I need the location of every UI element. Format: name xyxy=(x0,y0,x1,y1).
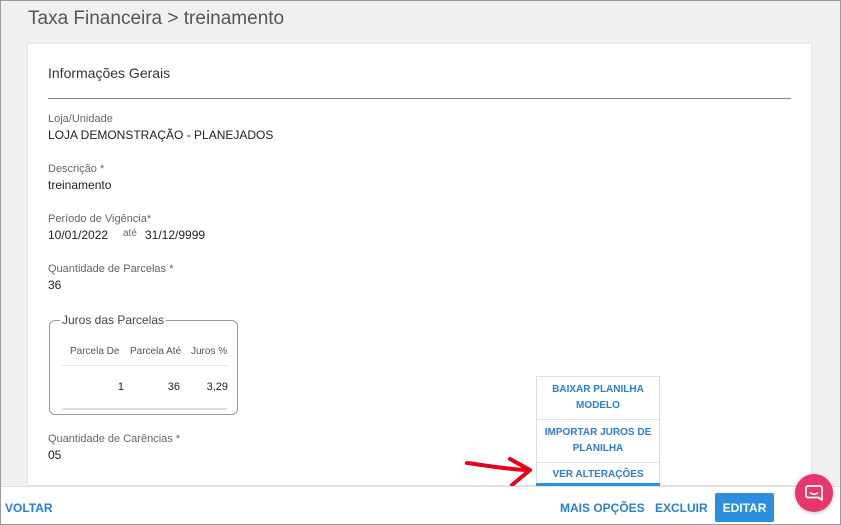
cell-parcela-de: 1 xyxy=(117,381,124,393)
vigencia-end: 31/12/9999 xyxy=(145,228,206,242)
voltar-button[interactable]: VOLTAR xyxy=(5,501,53,515)
loja-label: Loja/Unidade xyxy=(48,113,113,125)
cell-parcela-ate: 36 xyxy=(167,381,180,393)
col-parcela-de: Parcela De xyxy=(70,346,120,357)
excluir-button[interactable]: EXCLUIR xyxy=(655,501,708,515)
col-parcela-ate: Parcela Até xyxy=(130,346,182,357)
chat-icon xyxy=(805,485,823,501)
carencias-label: Quantidade de Carências * xyxy=(48,433,181,445)
juros-table-box: Juros das Parcelas Parcela De Parcela At… xyxy=(49,313,238,415)
juros-title: Juros das Parcelas xyxy=(60,313,167,327)
vigencia-label: Período de Vigência* xyxy=(48,213,152,225)
parcelas-value: 36 xyxy=(48,278,62,292)
menu-item-importar-juros[interactable]: IMPORTAR JUROS DE PLANILHA xyxy=(537,420,659,463)
descricao-value: treinamento xyxy=(48,178,112,192)
mais-opcoes-menu: BAIXAR PLANILHA MODELO IMPORTAR JUROS DE… xyxy=(536,376,660,488)
footer-bar: VOLTAR MAIS OPÇÕES EXCLUIR EDITAR xyxy=(1,486,840,524)
mais-opcoes-button[interactable]: MAIS OPÇÕES xyxy=(560,501,645,515)
descricao-label: Descrição * xyxy=(48,163,105,175)
general-info-card: Informações Gerais Loja/Unidade LOJA DEM… xyxy=(28,44,811,485)
table-row-divider xyxy=(62,408,227,410)
carencias-value: 05 xyxy=(48,448,62,462)
parcelas-label: Quantidade de Parcelas * xyxy=(48,263,174,275)
chat-button[interactable] xyxy=(795,474,833,512)
section-title: Informações Gerais xyxy=(48,65,171,81)
table-header-divider xyxy=(62,365,227,366)
menu-item-baixar-planilha[interactable]: BAIXAR PLANILHA MODELO xyxy=(537,377,659,420)
vigencia-start: 10/01/2022 xyxy=(48,228,109,242)
vigencia-ate-label: até xyxy=(123,228,137,239)
section-divider xyxy=(48,98,791,99)
col-juros: Juros % xyxy=(191,346,228,357)
editar-button[interactable]: EDITAR xyxy=(715,493,774,522)
cell-juros: 3,29 xyxy=(206,381,228,393)
page-title: Taxa Financeira > treinamento xyxy=(28,8,285,29)
loja-value: LOJA DEMONSTRAÇÃO - PLANEJADOS xyxy=(48,128,274,142)
